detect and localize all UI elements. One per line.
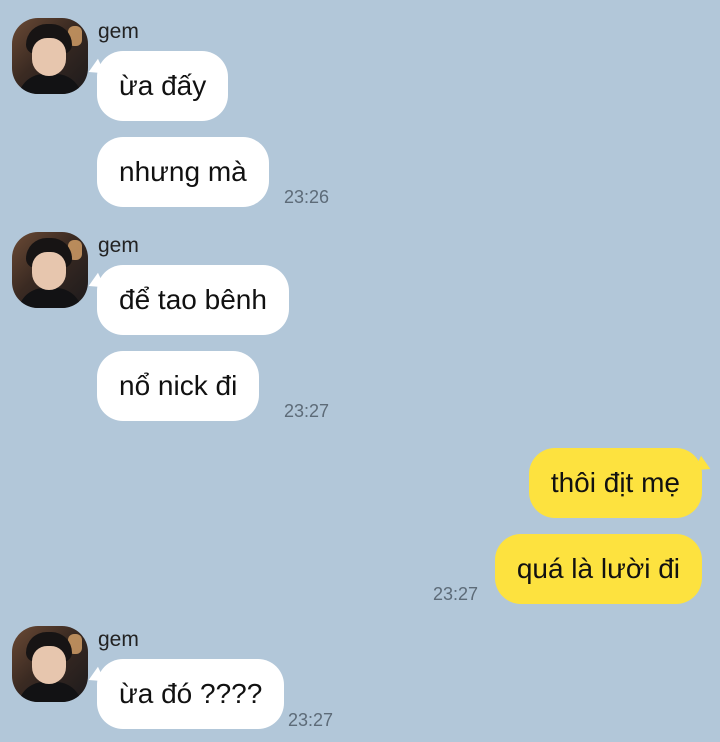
incoming-message-bubble[interactable]: nổ nick đi xyxy=(97,351,260,421)
avatar-photo-detail xyxy=(18,682,82,702)
sender-avatar[interactable] xyxy=(12,232,88,308)
incoming-message-bubble[interactable]: nhưng mà xyxy=(97,137,269,207)
sender-avatar[interactable] xyxy=(12,18,88,94)
message-timestamp: 23:26 xyxy=(284,187,330,207)
message-timestamp: 23:27 xyxy=(284,401,330,421)
sender-name: gem xyxy=(98,234,139,257)
avatar-photo-detail xyxy=(18,288,82,308)
incoming-message-bubble[interactable]: ừa đấy xyxy=(97,51,229,121)
avatar-photo-detail xyxy=(32,38,66,76)
avatar-photo-detail xyxy=(18,74,82,94)
outgoing-message-bubble[interactable]: quá là lười đi xyxy=(494,534,702,604)
sender-name: gem xyxy=(98,20,139,43)
message-timestamp: 23:27 xyxy=(288,710,334,730)
sender-avatar[interactable] xyxy=(12,626,88,702)
outgoing-message-bubble[interactable]: thôi địt mẹ xyxy=(528,448,702,518)
incoming-message-bubble[interactable]: ừa đó ???? xyxy=(97,659,285,729)
sender-name: gem xyxy=(98,628,139,651)
avatar-photo-detail xyxy=(32,646,66,684)
message-timestamp: 23:27 xyxy=(433,584,479,604)
incoming-message-bubble[interactable]: để tao bênh xyxy=(97,265,289,335)
avatar-photo-detail xyxy=(32,252,66,290)
